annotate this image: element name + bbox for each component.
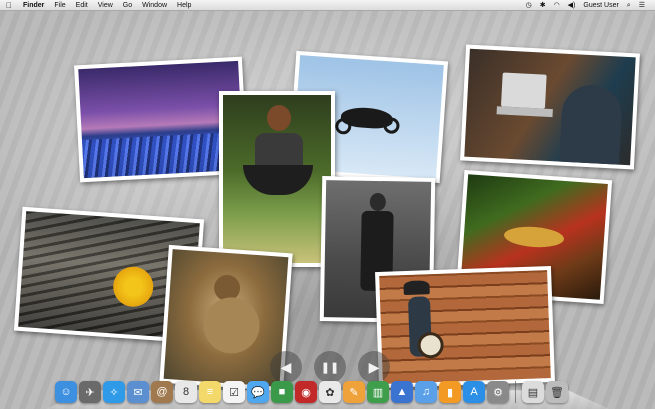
menu-go[interactable]: Go <box>118 0 137 11</box>
menu-view[interactable]: View <box>93 0 118 11</box>
dock-itunes-icon[interactable]: ♫ <box>415 381 437 403</box>
dock-system-preferences-icon[interactable]: ⚙ <box>487 381 509 403</box>
dock-finder-icon[interactable]: ☺ <box>55 381 77 403</box>
dock-facetime-icon[interactable]: ■ <box>271 381 293 403</box>
dock-notes-icon[interactable]: ≡ <box>199 381 221 403</box>
list-icon[interactable]: ☰ <box>635 0 649 11</box>
dock-calendar-icon[interactable]: 8 <box>175 381 197 403</box>
dock-launchpad-icon[interactable]: ✈ <box>79 381 101 403</box>
dock-pages-icon[interactable]: ✎ <box>343 381 365 403</box>
menu-edit[interactable]: Edit <box>71 0 93 11</box>
dock-photo-booth-icon[interactable]: ◉ <box>295 381 317 403</box>
dock-reminders-icon[interactable]: ☑ <box>223 381 245 403</box>
menu-window[interactable]: Window <box>137 0 172 11</box>
dock-messages-icon[interactable]: 💬 <box>247 381 269 403</box>
dock-app-store-icon[interactable]: A <box>463 381 485 403</box>
dock-safari-icon[interactable]: ✧ <box>103 381 125 403</box>
dock-separator <box>515 381 516 403</box>
screensaver-slideshow: ◀ ❚❚ ▶ <box>0 11 655 409</box>
man-with-laptop-photo <box>460 44 640 170</box>
menu-status-area: ◷ ✱ ◠ ◀) Guest User ⌕ ☰ <box>522 0 655 11</box>
dock-photos-icon[interactable]: ✿ <box>319 381 341 403</box>
speaker-icon[interactable]: ◀) <box>564 0 580 11</box>
banjo-player-photo <box>375 265 555 389</box>
bluetooth-icon[interactable]: ✱ <box>536 0 550 11</box>
user-name[interactable]: Guest User <box>579 0 622 11</box>
dock-ibooks-icon[interactable]: ▮ <box>439 381 461 403</box>
menu-bar:  Finder File Edit View Go Window Help ◷… <box>0 0 655 11</box>
dock: ☺ ✈ ✧ ✉ @8 ≡ ☑ 💬 ■ ◉ ✿ ✎ ▥ ▲ ♫ ▮ A ⚙ ▤ 🗑 <box>55 377 568 403</box>
dock-documents-icon[interactable]: ▤ <box>522 381 544 403</box>
dock-trash-icon[interactable]: 🗑 <box>546 381 568 403</box>
dock-numbers-icon[interactable]: ▥ <box>367 381 389 403</box>
time-machine-icon[interactable]: ◷ <box>522 0 536 11</box>
dock-keynote-icon[interactable]: ▲ <box>391 381 413 403</box>
dock-mail-icon[interactable]: ✉ <box>127 381 149 403</box>
dock-contacts-icon[interactable]: @ <box>151 381 173 403</box>
search-icon[interactable]: ⌕ <box>623 0 635 11</box>
apple-logo-icon[interactable]:  <box>0 1 18 10</box>
wifi-icon[interactable]: ◠ <box>550 0 564 11</box>
boy-on-swing-photo <box>219 91 335 267</box>
menu-file[interactable]: File <box>49 0 70 11</box>
menu-help[interactable]: Help <box>172 0 196 11</box>
menu-app-finder[interactable]: Finder <box>18 0 49 11</box>
